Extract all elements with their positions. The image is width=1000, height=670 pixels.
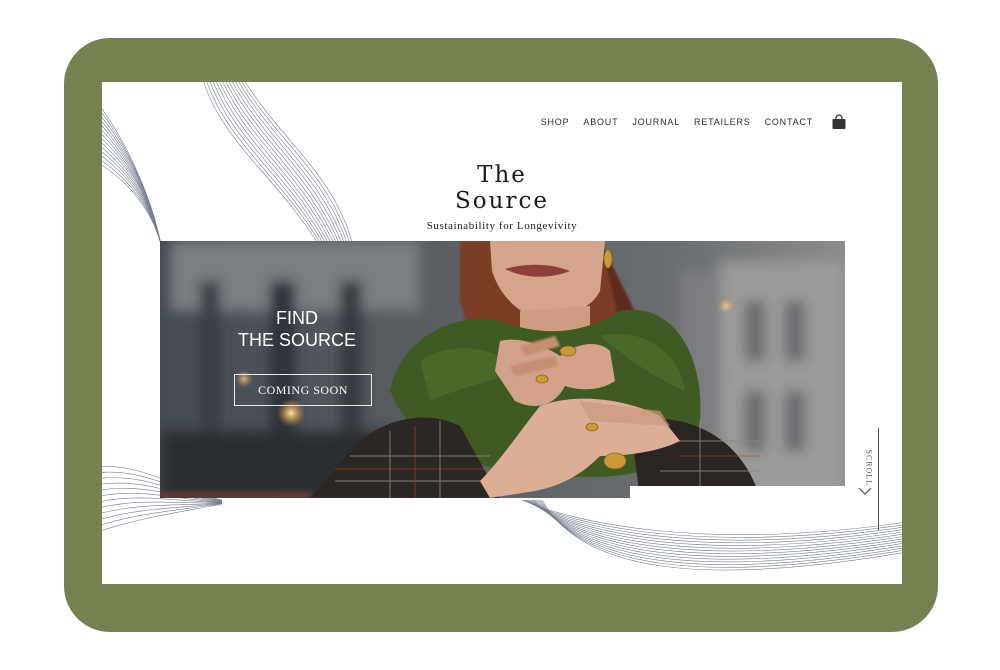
nav-shop[interactable]: SHOP — [541, 117, 570, 127]
nav-journal[interactable]: JOURNAL — [632, 117, 680, 127]
nav-about[interactable]: ABOUT — [583, 117, 618, 127]
hero-photo — [160, 241, 845, 498]
hero-banner: FIND THE SOURCE COMING SOON — [160, 241, 845, 498]
brand-logo[interactable]: The Source Sustainability for Longevivit… — [402, 162, 602, 232]
scroll-label: SCROLL — [864, 449, 874, 487]
brand-title-line-1: The — [477, 162, 527, 188]
main-navigation: SHOP ABOUT JOURNAL RETAILERS CONTACT — [541, 114, 847, 130]
brand-tagline: Sustainability for Longevivity — [426, 220, 578, 232]
coming-soon-button[interactable]: COMING SOON — [234, 374, 372, 406]
nav-contact[interactable]: CONTACT — [765, 117, 813, 127]
brand-title-line-2: Source — [455, 188, 549, 214]
website-screen: SHOP ABOUT JOURNAL RETAILERS CONTACT The… — [102, 82, 902, 584]
hero-heading-line-1: FIND — [276, 308, 318, 328]
hero-heading: FIND THE SOURCE — [222, 307, 372, 351]
nav-retailers[interactable]: RETAILERS — [694, 117, 751, 127]
shopping-bag-icon[interactable] — [831, 114, 847, 130]
chevron-down-icon[interactable] — [858, 486, 872, 496]
scroll-divider — [878, 428, 879, 530]
hero-heading-line-2: THE SOURCE — [237, 330, 356, 350]
